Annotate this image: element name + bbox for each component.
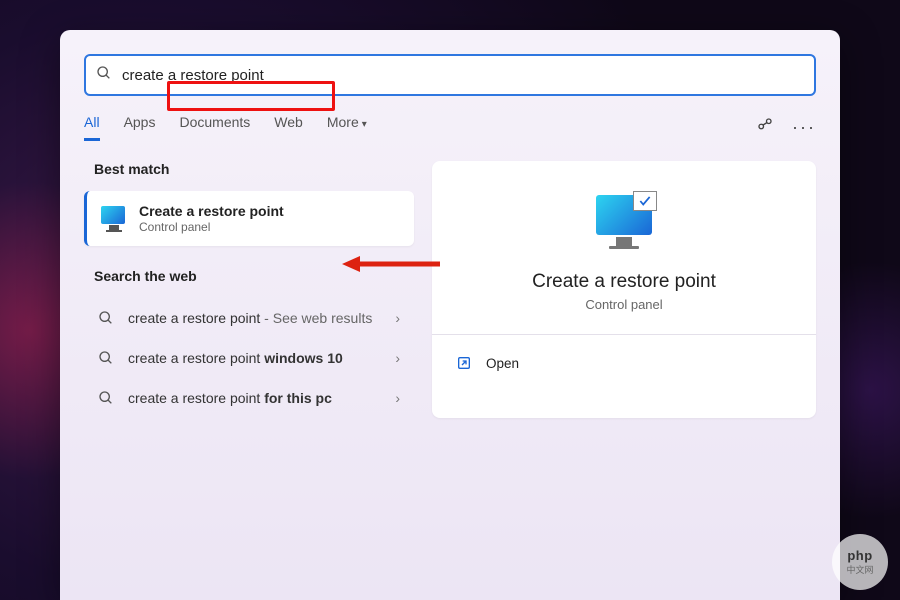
search-input[interactable] xyxy=(122,67,804,84)
preview-panel: Create a restore point Control panel Ope… xyxy=(432,161,816,418)
open-label: Open xyxy=(486,356,519,371)
tab-apps[interactable]: Apps xyxy=(124,114,156,141)
tab-web[interactable]: Web xyxy=(274,114,303,141)
chevron-right-icon: › xyxy=(395,350,400,366)
divider xyxy=(432,334,816,335)
search-icon xyxy=(98,350,114,366)
tab-all[interactable]: All xyxy=(84,114,100,141)
web-result-text: create a restore point for this pc xyxy=(128,390,381,406)
best-match-subtitle: Control panel xyxy=(139,220,284,234)
preview-title: Create a restore point xyxy=(454,271,794,293)
web-result[interactable]: create a restore point - See web results… xyxy=(84,298,414,338)
best-match-result[interactable]: Create a restore point Control panel xyxy=(84,191,414,246)
search-icon xyxy=(96,65,112,86)
filter-tabs: All Apps Documents Web More▾ xyxy=(84,114,367,141)
search-web-label: Search the web xyxy=(94,268,414,284)
open-action[interactable]: Open xyxy=(454,351,794,375)
search-icon xyxy=(98,390,114,406)
best-match-label: Best match xyxy=(94,161,414,177)
search-icon xyxy=(98,310,114,326)
results-column: Best match Create a restore point Contro… xyxy=(84,161,414,418)
chevron-down-icon: ▾ xyxy=(362,119,367,130)
open-icon xyxy=(456,355,472,371)
chevron-right-icon: › xyxy=(395,310,400,326)
search-bar[interactable] xyxy=(84,54,816,96)
web-result[interactable]: create a restore point windows 10 › xyxy=(84,338,414,378)
preview-app-icon xyxy=(591,195,657,255)
checkmark-icon xyxy=(633,191,657,211)
web-result[interactable]: create a restore point for this pc › xyxy=(84,378,414,418)
more-options-icon[interactable]: ··· xyxy=(792,117,816,138)
web-result-text: create a restore point - See web results xyxy=(128,310,381,326)
tab-more[interactable]: More▾ xyxy=(327,114,367,141)
share-icon[interactable] xyxy=(756,116,774,139)
preview-subtitle: Control panel xyxy=(454,297,794,312)
chevron-right-icon: › xyxy=(395,390,400,406)
web-result-text: create a restore point windows 10 xyxy=(128,350,381,366)
system-settings-icon xyxy=(101,206,127,232)
watermark: php 中文网 xyxy=(832,534,888,590)
tab-documents[interactable]: Documents xyxy=(179,114,250,141)
search-panel: All Apps Documents Web More▾ ··· Best ma… xyxy=(60,30,840,600)
best-match-title: Create a restore point xyxy=(139,203,284,219)
